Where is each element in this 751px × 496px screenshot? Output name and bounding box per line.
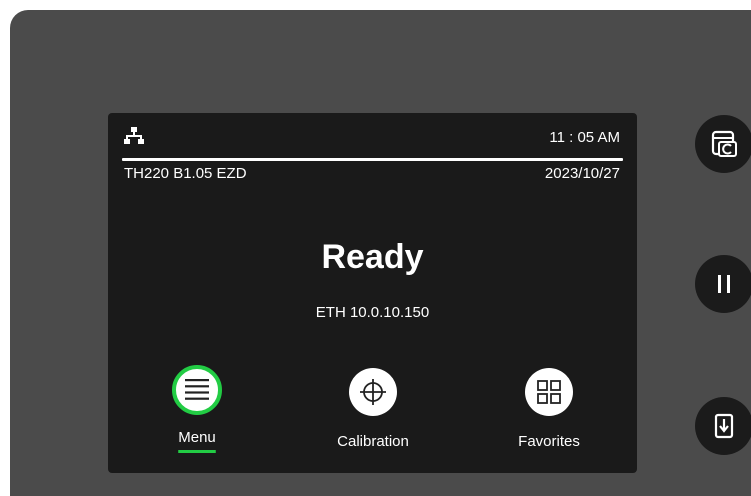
printer-model: TH220 B1.05 EZD [124,165,247,182]
network-icon [124,127,144,144]
favorites-button[interactable]: Favorites [489,368,609,451]
grid-icon [525,368,573,416]
crosshair-icon [349,368,397,416]
hamburger-icon [172,365,222,415]
printer-panel: 11 : 05 AM TH220 B1.05 EZD 2023/10/27 Re… [10,10,751,496]
media-exit-button[interactable] [695,397,751,455]
menu-label: Menu [178,429,216,446]
print-feed-icon [711,130,737,157]
clock-date: 2023/10/27 [544,165,620,182]
pause-button[interactable] [695,255,751,313]
menu-button[interactable]: Menu [137,365,257,447]
calibration-button[interactable]: Calibration [313,368,433,451]
feed-button[interactable] [695,115,751,173]
media-exit-icon [714,413,734,439]
printer-status: Ready [321,238,424,276]
clock-time: 11 : 05 AM [549,129,620,146]
calibration-label: Calibration [337,433,409,450]
favorites-label: Favorites [518,433,580,450]
pause-icon [718,275,730,293]
header-divider [122,158,623,161]
display-screen: 11 : 05 AM TH220 B1.05 EZD 2023/10/27 Re… [108,113,637,473]
network-address: ETH 10.0.10.150 [315,304,430,321]
